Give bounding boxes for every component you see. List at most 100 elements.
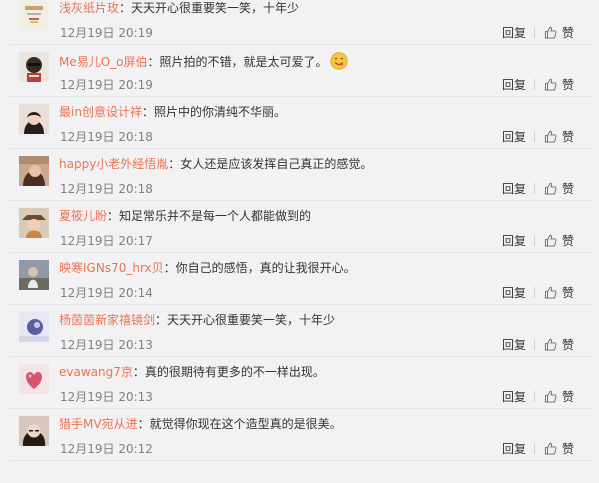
yum-face-emoji [329,52,348,70]
username-link[interactable]: 杨茵茵新家禧镜剑 [59,313,155,327]
like-label: 赞 [562,130,575,144]
like-button[interactable]: 赞 [544,76,574,93]
action-divider [534,235,536,246]
avatar[interactable] [19,416,49,446]
comment-item: 映寒IGNs70_hrx贝：你自己的感悟，真的让我很开心。 12月19日 20:1… [0,253,599,305]
reply-button[interactable]: 回复 [502,180,526,197]
thumbs-up-icon [544,442,562,455]
like-button[interactable]: 赞 [544,388,574,405]
reply-button[interactable]: 回复 [502,440,526,457]
like-button[interactable]: 赞 [544,24,574,41]
like-button[interactable]: 赞 [544,336,574,353]
thumbs-up-icon [544,234,562,247]
comment-content: 就觉得你现在这个造型真的是很美。 [149,417,342,431]
comment-item: evawang7京：真的很期待有更多的不一样出现。 12月19日 20:13 回复 赞 [0,357,599,409]
like-button[interactable]: 赞 [544,180,574,197]
reply-button[interactable]: 回复 [502,76,526,93]
comment-actions: 回复 赞 [502,128,574,145]
comment-item: 猎手MV宛从进：就觉得你现在这个造型真的是很美。 12月19日 20:12 回复 赞 [0,409,599,461]
username-link[interactable]: evawang7京 [59,365,133,379]
reply-button[interactable]: 回复 [502,284,526,301]
colon-separator: ： [107,209,120,223]
like-button[interactable]: 赞 [544,284,574,301]
thumbs-up-icon [544,286,562,299]
comment-timestamp: 12月19日 20:14 [60,286,153,300]
thumbs-up-icon [544,338,562,351]
avatar[interactable] [19,364,49,394]
username-link[interactable]: 夏筱儿盼 [59,209,107,223]
like-label: 赞 [562,234,575,248]
comment-content: 照片中的你清纯不华丽。 [153,105,286,119]
avatar[interactable] [19,156,49,186]
comment-text-line: 夏筱儿盼：知足常乐并不是每一个人都能做到的 [59,208,311,225]
colon-separator: ： [137,417,150,431]
comment-timestamp: 12月19日 20:19 [60,26,153,40]
comment-content: 天天开心很重要笑一笑，十年少 [131,1,300,15]
comment-text-line: happy小老外经悟胤：女人还是应该发挥自己真正的感觉。 [59,156,372,173]
comment-text-line: evawang7京：真的很期待有更多的不一样出现。 [59,364,325,381]
comment-timestamp: 12月19日 20:13 [60,338,153,352]
comment-actions: 回复 赞 [502,388,574,405]
comment-timestamp: 12月19日 20:12 [60,442,153,456]
comment-item: 最in创意设计祥：照片中的你清纯不华丽。 12月19日 20:18 回复赞 [0,97,599,149]
row-divider [10,460,591,461]
like-button[interactable]: 赞 [544,232,574,249]
comment-content: 你自己的感悟，真的让我很开心。 [175,261,356,275]
comment-text-line: 杨茵茵新家禧镜剑：天天开心很重要笑一笑，十年少 [59,312,335,329]
colon-separator: ： [141,105,154,119]
like-label: 赞 [562,442,575,456]
like-label: 赞 [562,338,575,352]
comment-content: 照片拍的不错，就是太可爱了。 [159,55,328,69]
thumbs-up-icon [544,130,562,143]
comment-actions: 回复 赞 [502,232,574,249]
comment-timestamp: 12月19日 20:17 [60,234,153,248]
username-link[interactable]: Me易儿O_o屏伯 [59,55,148,69]
action-divider [534,339,536,350]
action-divider [534,443,536,454]
avatar[interactable] [19,52,49,82]
like-label: 赞 [562,182,575,196]
like-label: 赞 [562,78,575,92]
action-divider [534,79,536,90]
username-link[interactable]: 浅灰纸片玫 [59,1,119,15]
comment-actions: 回复 赞 [502,440,574,457]
comment-actions: 回复 赞 [502,180,574,197]
comment-content: 女人还是应该发挥自己真正的感觉。 [180,157,373,171]
thumbs-up-icon [544,78,562,91]
reply-button[interactable]: 回复 [502,232,526,249]
comment-actions: 回复 赞 [502,336,574,353]
comment-item: Me易儿O_o屏伯：照片拍的不错，就是太可爱了。 12月19日 20:19 回复 赞 [0,45,599,97]
reply-button[interactable]: 回复 [502,128,526,145]
action-divider [534,287,536,298]
reply-button[interactable]: 回复 [502,388,526,405]
avatar[interactable] [19,312,49,342]
username-link[interactable]: 最in创意设计祥 [59,105,142,119]
comment-actions: 回复 赞 [502,24,574,41]
like-label: 赞 [562,286,575,300]
action-divider [534,27,536,38]
like-button[interactable]: 赞 [544,440,574,457]
username-link[interactable]: happy小老外经悟胤 [59,157,168,171]
comment-content: 知足常乐并不是每一个人都能做到的 [119,209,312,223]
avatar[interactable] [19,104,49,134]
comment-timestamp: 12月19日 20:18 [60,130,153,144]
username-link[interactable]: 映寒IGNs70_hrx贝 [59,261,164,275]
avatar[interactable] [19,0,49,30]
avatar[interactable] [19,260,49,290]
comment-text-line: 最in创意设计祥：照片中的你清纯不华丽。 [59,104,286,121]
colon-separator: ： [119,1,132,15]
like-button[interactable]: 赞 [544,128,574,145]
comment-actions: 回复 赞 [502,284,574,301]
thumbs-up-icon [544,182,562,195]
comment-text-line: 映寒IGNs70_hrx贝：你自己的感悟，真的让我很开心。 [59,260,356,277]
username-link[interactable]: 猎手MV宛从进 [59,417,138,431]
comment-actions: 回复 赞 [502,76,574,93]
comment-timestamp: 12月19日 20:19 [60,78,153,92]
thumbs-up-icon [544,390,562,403]
comment-content: 天天开心很重要笑一笑，十年少 [167,313,336,327]
reply-button[interactable]: 回复 [502,24,526,41]
colon-separator: ： [163,261,176,275]
reply-button[interactable]: 回复 [502,336,526,353]
avatar[interactable] [19,208,49,238]
comment-content: 真的很期待有更多的不一样出现。 [144,365,325,379]
